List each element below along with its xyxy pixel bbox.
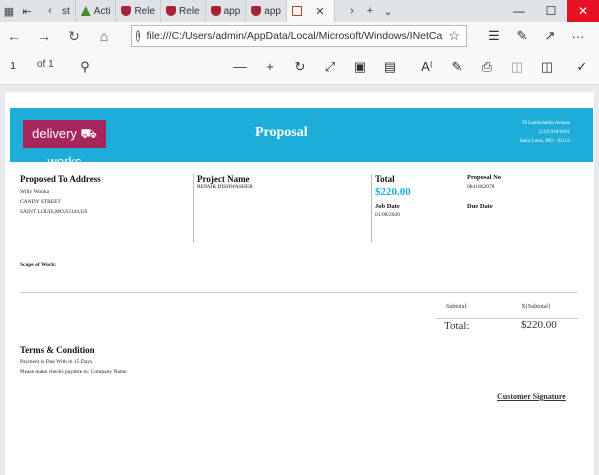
page-count: of 1 — [37, 59, 54, 70]
print-icon[interactable]: ⎙ — [477, 58, 497, 76]
address-text: file:///C:/Users/admin/AppData/Local/Mic… — [146, 30, 443, 42]
read-aloud-icon[interactable]: A⁽ — [417, 58, 437, 76]
tab-label: Rele — [179, 5, 200, 17]
divider — [20, 292, 578, 293]
proposal-no-heading: Proposal No — [467, 174, 502, 181]
browser-tab[interactable]: Acti — [76, 0, 117, 22]
favorite-star-icon[interactable]: ☆ — [448, 28, 460, 44]
save-icon[interactable]: ◫ — [507, 58, 527, 76]
tab-label: app — [264, 5, 281, 17]
proposed-to-lines: Willy Wonka CANDY STREET SAINT LOUIS,MO,… — [20, 189, 88, 215]
more-icon[interactable]: ··· — [564, 22, 592, 50]
subtotal-value: ${Subtotal} — [522, 304, 551, 310]
fit-width-icon[interactable]: ▣ — [350, 58, 370, 76]
scope-of-work-label: Scope of Work: — [20, 262, 57, 268]
refresh-icon[interactable]: ↻ — [60, 28, 88, 45]
tab-actions-icon[interactable]: ▦ — [0, 5, 18, 18]
pdf-page: delivery ⛟ works Proposal 59 Lamlwheitin… — [5, 92, 594, 475]
forward-icon[interactable]: → — [30, 28, 58, 44]
pdf-icon — [291, 6, 302, 16]
save-as-icon[interactable]: ◫ — [537, 58, 557, 76]
home-icon[interactable]: ⌂ — [90, 28, 118, 44]
pin-toolbar-icon[interactable]: ✓ — [572, 58, 592, 76]
total-value: $220.00 — [521, 319, 557, 331]
back-tab-icon[interactable]: ⇤ — [18, 5, 36, 18]
browser-tab[interactable]: Rele — [116, 0, 162, 22]
job-date-value: 01/08/2020 — [375, 212, 401, 218]
terms-heading: Terms & Condition — [20, 345, 95, 355]
tab-label: Rele — [134, 5, 156, 17]
navigation-bar: ← → ↻ ⌂ i file:///C:/Users/admin/AppData… — [0, 22, 599, 50]
chevron-down-icon[interactable]: ⌄ — [379, 5, 397, 18]
tab-label: app — [223, 5, 241, 17]
proposed-to-heading: Proposed To Address — [20, 174, 101, 184]
share-icon[interactable]: ↗ — [536, 22, 564, 50]
close-tab-icon[interactable]: ✕ — [311, 5, 329, 18]
customer-signature-label: Customer Signature — [497, 392, 566, 401]
terms-lines: Payment is Due With in 15 Days. Please m… — [20, 359, 127, 375]
shield-icon — [210, 6, 221, 16]
browser-tab[interactable]: ‹ st — [36, 0, 76, 22]
document-title: Proposal — [255, 125, 308, 140]
close-window-button[interactable]: ✕ — [567, 0, 599, 22]
shield-icon — [166, 6, 177, 16]
chevron-right-icon[interactable]: › — [343, 5, 361, 17]
back-icon[interactable]: ← — [0, 28, 28, 44]
divider — [193, 174, 194, 242]
zoom-out-icon[interactable]: — — [230, 58, 250, 76]
info-icon[interactable]: i — [136, 30, 141, 42]
minimize-button[interactable]: — — [503, 0, 535, 22]
tab-label: Acti — [93, 5, 111, 17]
address-bar[interactable]: i file:///C:/Users/admin/AppData/Local/M… — [131, 25, 467, 47]
browser-tab[interactable]: Rele — [161, 0, 206, 22]
browser-tab-active[interactable]: ✕ — [286, 0, 335, 22]
browser-tab[interactable]: app — [206, 0, 247, 22]
subtotal-label: Subtotal: — [446, 304, 468, 310]
job-date-heading: Job Date — [375, 203, 400, 210]
pdf-viewer[interactable]: delivery ⛟ works Proposal 59 Lamlwheitin… — [0, 85, 599, 475]
browser-tab[interactable]: app — [246, 0, 287, 22]
pdf-toolbar: 1 of 1 ⚲ — + ↻ ⤢ ▣ ▤ A⁽ ✎ ⎙ ◫ ◫ ✓ — [0, 50, 599, 85]
triangle-icon — [80, 6, 91, 16]
page-view-icon[interactable]: ▤ — [380, 58, 400, 76]
shield-icon — [121, 6, 132, 16]
shield-icon — [251, 6, 262, 16]
rotate-icon[interactable]: ↻ — [290, 58, 310, 76]
total-amount: $220.00 — [375, 186, 411, 198]
tab-label: st — [62, 5, 70, 17]
chevron-left-icon: ‹ — [48, 5, 52, 17]
due-date-heading: Due Date — [467, 203, 493, 210]
company-address: 59 Lamlwheitin Avenue (512) 018-0101 Sai… — [519, 121, 570, 144]
project-name-value: REPAIR DISHWASHER — [197, 184, 253, 190]
new-tab-icon[interactable]: + — [361, 5, 379, 17]
proposal-no-value: 0841862078 — [467, 184, 495, 190]
total-heading: Total — [375, 174, 395, 184]
divider — [371, 174, 372, 242]
favorites-list-icon[interactable]: ☰ — [480, 22, 508, 50]
total-label: Total: — [444, 320, 470, 332]
fit-page-icon[interactable]: ⤢ — [320, 58, 340, 76]
maximize-button[interactable]: ☐ — [535, 0, 567, 22]
company-logo: delivery ⛟ works — [23, 120, 106, 169]
zoom-in-icon[interactable]: + — [260, 58, 280, 76]
page-number-input[interactable]: 1 — [0, 58, 26, 76]
search-icon[interactable]: ⚲ — [75, 58, 95, 76]
proposal-banner: delivery ⛟ works Proposal 59 Lamlwheitin… — [10, 108, 593, 169]
draw-icon[interactable]: ✎ — [447, 58, 467, 76]
pen-icon[interactable]: ✎ — [508, 22, 536, 50]
